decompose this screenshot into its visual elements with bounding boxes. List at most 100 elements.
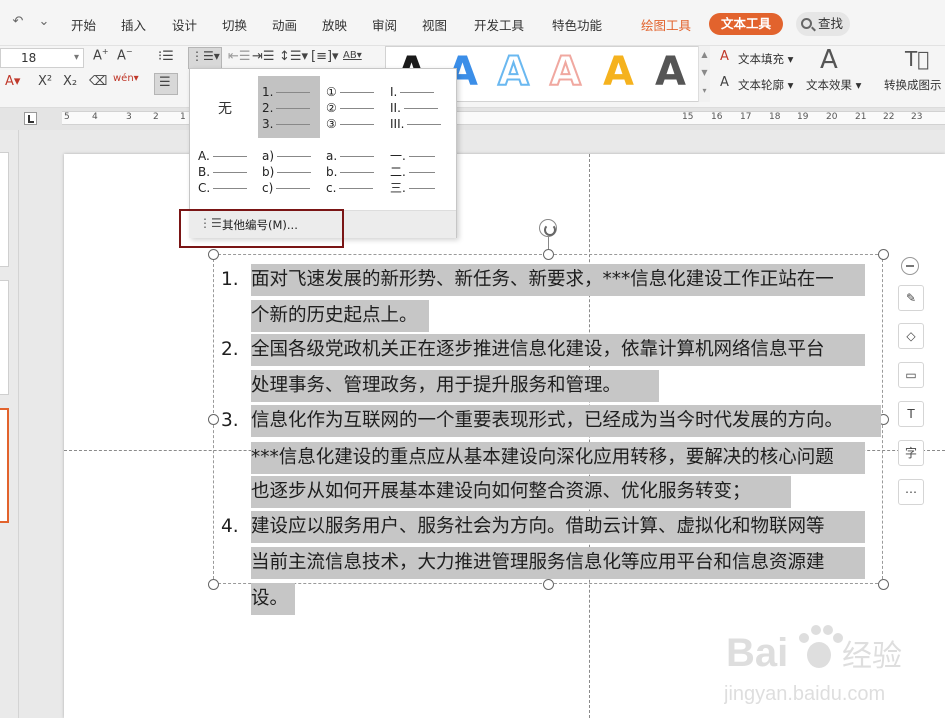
option-line bbox=[277, 156, 312, 157]
numbering-option-roman[interactable]: I. II. III. bbox=[390, 84, 442, 132]
ruler-label: 16 bbox=[711, 112, 723, 122]
option-line bbox=[408, 188, 435, 189]
line-spacing-icon[interactable]: ↕☰▾ bbox=[279, 49, 308, 64]
option-line bbox=[408, 172, 435, 173]
numbering-option-arabic[interactable]: 1. 2. 3. bbox=[262, 84, 311, 132]
style-pink-a[interactable]: A bbox=[549, 49, 582, 95]
slide-thumbnail-active[interactable] bbox=[0, 408, 9, 523]
rotate-handle[interactable] bbox=[539, 219, 557, 237]
option-line bbox=[400, 92, 435, 93]
option-line bbox=[339, 188, 374, 189]
text-outline-icon[interactable]: A bbox=[720, 75, 729, 90]
menu-home[interactable]: 开始 bbox=[71, 15, 96, 34]
menu-design[interactable]: 设计 bbox=[172, 15, 197, 34]
menu-drawing-tools[interactable]: 绘图工具 bbox=[641, 15, 691, 34]
option-line bbox=[213, 172, 248, 173]
option-mark: ① bbox=[326, 85, 337, 99]
superscript-icon[interactable]: X² bbox=[38, 74, 52, 89]
menu-insert[interactable]: 插入 bbox=[121, 15, 146, 34]
text-direction-icon[interactable]: AB▾ bbox=[343, 50, 362, 61]
font-size-select[interactable]: 18 bbox=[0, 48, 84, 68]
menu-transition[interactable]: 切换 bbox=[222, 15, 247, 34]
list-line[interactable]: 建设应以服务用户、服务社会为方向。借助云计算、虚拟化和物联网等 bbox=[251, 511, 865, 543]
option-line bbox=[277, 172, 312, 173]
numbering-option-upper-alpha[interactable]: A. B. C. bbox=[198, 148, 248, 196]
option-mark: c) bbox=[262, 181, 274, 195]
slide-thumbnail[interactable] bbox=[0, 152, 9, 267]
annotation-highlight-box bbox=[179, 209, 344, 248]
text-fill-button[interactable]: 文本填充 ▾ bbox=[738, 51, 793, 67]
list-line[interactable]: 设。 bbox=[251, 583, 295, 615]
list-line[interactable]: ***信息化建设的重点应从基本建设向深化应用转移，要解决的核心问题 bbox=[251, 442, 865, 474]
numbering-option-lower-alpha[interactable]: a. b. c. bbox=[326, 148, 375, 196]
decrease-indent-icon[interactable]: ⇤☰ bbox=[228, 49, 251, 64]
style-gold-a[interactable]: A bbox=[603, 50, 634, 94]
text-outline-button[interactable]: 文本轮廓 ▾ bbox=[738, 77, 793, 93]
ruler-label: 2 bbox=[153, 112, 159, 122]
resize-handle[interactable] bbox=[878, 579, 889, 590]
font-color-icon[interactable]: A▾ bbox=[5, 74, 20, 89]
slide-thumbnail[interactable] bbox=[0, 280, 9, 395]
convert-icon[interactable]: T⃞ bbox=[905, 47, 929, 71]
menu-slideshow[interactable]: 放映 bbox=[322, 15, 347, 34]
option-mark: ② bbox=[326, 101, 337, 115]
option-line bbox=[340, 156, 375, 157]
bullet-list-icon[interactable]: ⁝☰ bbox=[158, 49, 174, 64]
brush-icon[interactable]: ✎ bbox=[898, 285, 924, 311]
subscript-icon[interactable]: X₂ bbox=[63, 74, 77, 89]
outline-icon[interactable]: ▭ bbox=[898, 362, 924, 388]
increase-indent-icon[interactable]: ⇥☰ bbox=[252, 49, 275, 64]
decrease-font-icon[interactable]: A− bbox=[117, 47, 133, 63]
resize-handle[interactable] bbox=[878, 249, 889, 260]
numbering-option-lower-paren[interactable]: a) b) c) bbox=[262, 148, 312, 196]
option-mark: B. bbox=[198, 165, 211, 179]
list-line[interactable]: 也逐步从如何开展基本建设向如何整合资源、优化服务转变； bbox=[251, 476, 791, 508]
menu-text-tools[interactable]: 文本工具 bbox=[709, 13, 783, 35]
menu-special[interactable]: 特色功能 bbox=[552, 15, 602, 34]
resize-handle[interactable] bbox=[208, 414, 219, 425]
style-gray-a[interactable]: A bbox=[655, 50, 686, 94]
numbering-button[interactable]: ⋮☰▾ bbox=[188, 47, 222, 69]
text-effect-icon[interactable]: A bbox=[820, 45, 838, 75]
undo-icon[interactable]: ↶ bbox=[10, 14, 26, 30]
menu-view[interactable]: 视图 bbox=[422, 15, 447, 34]
list-line[interactable]: 全国各级党政机关正在逐步推进信息化建设，依靠计算机网络信息平台 bbox=[251, 334, 865, 366]
character-icon[interactable]: 字 bbox=[898, 440, 924, 466]
tab-stop-icon[interactable] bbox=[24, 112, 37, 125]
menu-developer[interactable]: 开发工具 bbox=[474, 15, 524, 34]
menu-review[interactable]: 审阅 bbox=[372, 15, 397, 34]
text-effect-button[interactable]: 文本效果 ▾ bbox=[806, 77, 861, 93]
list-line[interactable]: 信息化作为互联网的一个重要表现形式，已经成为当今时代发展的方向。 bbox=[251, 405, 881, 437]
option-mark: 三. bbox=[390, 181, 406, 195]
option-line bbox=[276, 124, 311, 125]
resize-handle[interactable] bbox=[543, 579, 554, 590]
increase-font-icon[interactable]: A+ bbox=[93, 47, 109, 63]
style-lightblue-a[interactable]: A bbox=[497, 49, 530, 95]
collapse-toolbar-icon[interactable] bbox=[901, 257, 919, 275]
fill-bucket-icon[interactable]: ◇ bbox=[898, 323, 924, 349]
phonetic-icon[interactable]: wén▾ bbox=[113, 73, 139, 84]
list-line[interactable]: 面对飞速发展的新形势、新任务、新要求，***信息化建设工作正站在一 bbox=[251, 264, 865, 296]
resize-handle[interactable] bbox=[208, 579, 219, 590]
gallery-scroll-icon[interactable]: ▲ ▼ ▾ bbox=[698, 46, 710, 102]
list-line[interactable]: 个新的历史起点上。 bbox=[251, 300, 429, 332]
resize-handle[interactable] bbox=[543, 249, 554, 260]
convert-to-smartart-button[interactable]: 转换成图示 bbox=[884, 77, 942, 93]
text-frame-icon[interactable]: T bbox=[898, 401, 924, 427]
menu-animation[interactable]: 动画 bbox=[272, 15, 297, 34]
list-line[interactable]: 处理事务、管理政务，用于提升服务和管理。 bbox=[251, 370, 659, 402]
option-mark: I. bbox=[390, 85, 398, 99]
paragraph-spacing-icon[interactable]: [≡]▾ bbox=[311, 49, 339, 64]
align-left-button[interactable]: ☰ bbox=[154, 73, 178, 95]
more-icon[interactable]: ⋯ bbox=[898, 479, 924, 505]
numbering-none-option[interactable]: 无 bbox=[218, 98, 232, 118]
eraser-icon[interactable]: ⌫ bbox=[89, 74, 107, 89]
resize-handle[interactable] bbox=[208, 249, 219, 260]
quick-access-chevron-icon[interactable]: ⌄ bbox=[36, 14, 52, 30]
numbering-option-chinese[interactable]: 一. 二. 三. bbox=[390, 148, 435, 196]
text-fill-icon[interactable]: A bbox=[720, 49, 729, 64]
ruler-label: 1 bbox=[180, 112, 186, 122]
list-number: 2. bbox=[221, 339, 239, 360]
numbering-option-circled[interactable]: ① ② ③ bbox=[326, 84, 374, 132]
list-line[interactable]: 当前主流信息技术，大力推进管理服务信息化等应用平台和信息资源建 bbox=[251, 547, 865, 579]
